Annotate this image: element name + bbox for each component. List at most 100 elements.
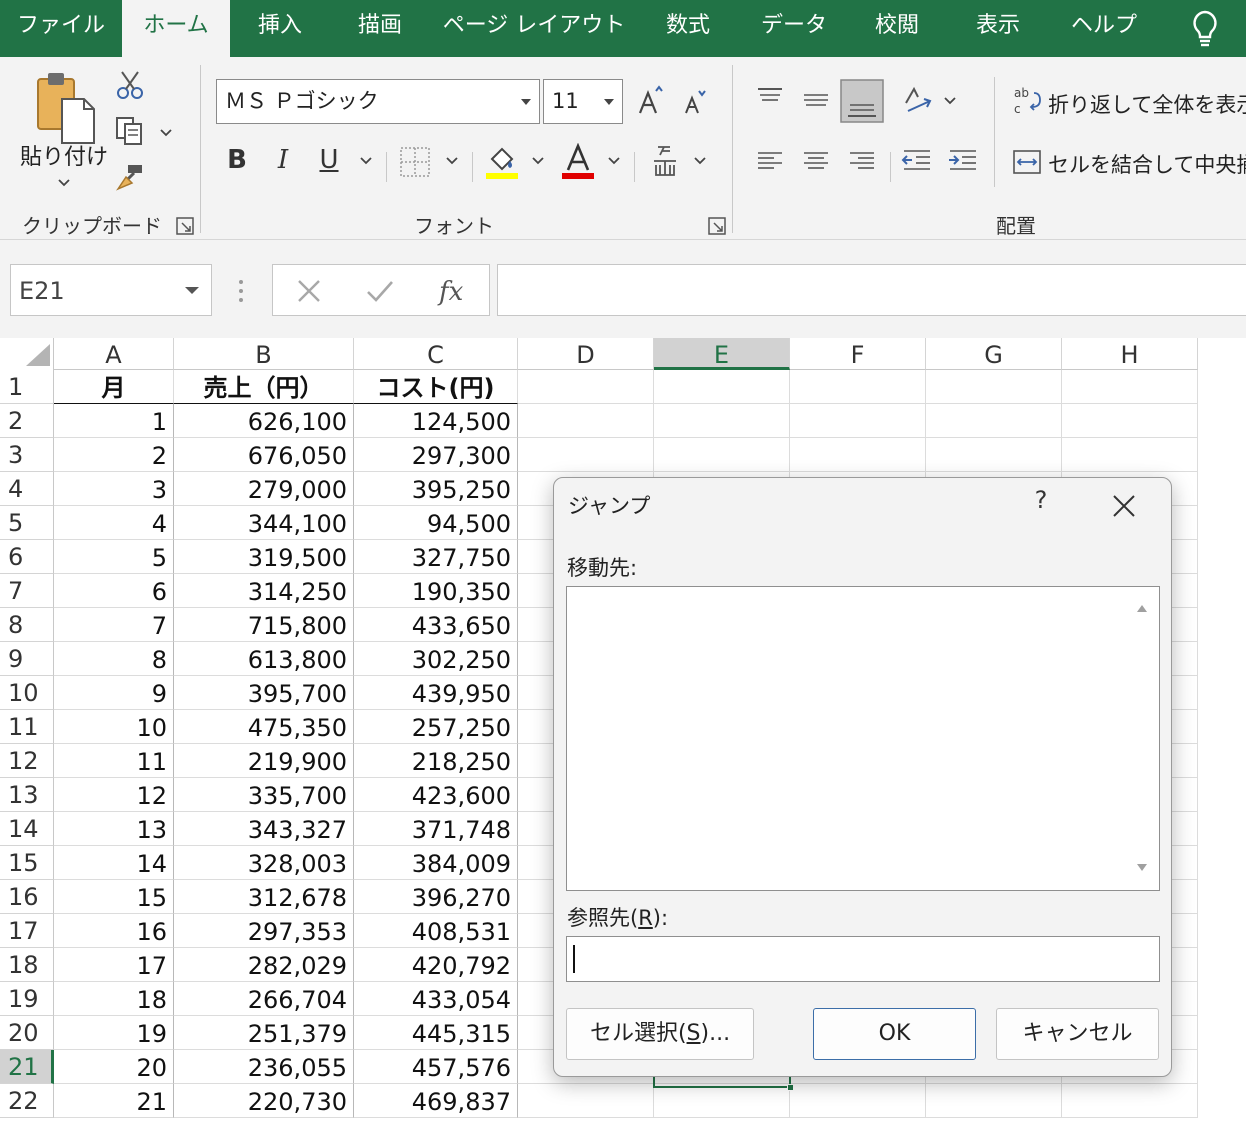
table-cell[interactable]: 14 bbox=[54, 846, 174, 880]
table-cell[interactable]: 343,327 bbox=[174, 812, 354, 846]
row-header[interactable]: 7 bbox=[0, 574, 54, 608]
table-cell[interactable]: 21 bbox=[54, 1084, 174, 1118]
table-cell[interactable]: 12 bbox=[54, 778, 174, 812]
table-cell[interactable]: 15 bbox=[54, 880, 174, 914]
table-cell[interactable] bbox=[790, 438, 926, 472]
paste-label[interactable]: 貼り付け bbox=[20, 139, 108, 171]
table-cell[interactable] bbox=[1062, 438, 1198, 472]
row-header[interactable]: 4 bbox=[0, 472, 54, 506]
select-all-corner[interactable] bbox=[0, 338, 54, 370]
table-cell[interactable]: 10 bbox=[54, 710, 174, 744]
italic-button[interactable]: I bbox=[266, 140, 300, 180]
column-header-e[interactable]: E bbox=[654, 338, 790, 370]
table-cell[interactable]: 328,003 bbox=[174, 846, 354, 880]
row-header[interactable]: 5 bbox=[0, 506, 54, 540]
table-cell[interactable]: 715,800 bbox=[174, 608, 354, 642]
scroll-down-icon[interactable] bbox=[1136, 863, 1148, 873]
table-cell[interactable]: 314,250 bbox=[174, 574, 354, 608]
table-cell[interactable]: 395,250 bbox=[354, 472, 518, 506]
borders-icon[interactable] bbox=[398, 145, 432, 179]
chevron-down-icon[interactable] bbox=[608, 157, 620, 165]
row-header[interactable]: 17 bbox=[0, 914, 54, 948]
table-cell[interactable]: 475,350 bbox=[174, 710, 354, 744]
table-cell[interactable]: 420,792 bbox=[354, 948, 518, 982]
table-cell[interactable] bbox=[654, 1084, 790, 1118]
table-cell[interactable]: 408,531 bbox=[354, 914, 518, 948]
table-cell[interactable]: 18 bbox=[54, 982, 174, 1016]
row-header[interactable]: 8 bbox=[0, 608, 54, 642]
table-cell[interactable]: 219,900 bbox=[174, 744, 354, 778]
tab-review[interactable]: 校閲 bbox=[852, 0, 942, 57]
table-cell[interactable]: 218,250 bbox=[354, 744, 518, 778]
table-cell[interactable]: 6 bbox=[54, 574, 174, 608]
table-cell[interactable] bbox=[518, 404, 654, 438]
help-button[interactable]: ? bbox=[1026, 486, 1056, 514]
chevron-down-icon[interactable] bbox=[160, 129, 172, 137]
table-cell[interactable]: 8 bbox=[54, 642, 174, 676]
row-header[interactable]: 10 bbox=[0, 676, 54, 710]
close-icon[interactable] bbox=[1110, 492, 1138, 520]
dialog-launcher-icon[interactable] bbox=[176, 217, 194, 235]
confirm-entry-icon[interactable] bbox=[365, 277, 395, 305]
table-cell[interactable]: 220,730 bbox=[174, 1084, 354, 1118]
row-header[interactable]: 3 bbox=[0, 438, 54, 472]
tab-home[interactable]: ホーム bbox=[122, 0, 230, 57]
row-header[interactable]: 6 bbox=[0, 540, 54, 574]
fill-handle[interactable] bbox=[787, 1084, 794, 1091]
increase-indent-icon[interactable] bbox=[946, 145, 980, 177]
column-header-d[interactable]: D bbox=[518, 338, 654, 370]
table-cell[interactable]: 236,055 bbox=[174, 1050, 354, 1084]
fill-color-icon[interactable] bbox=[484, 143, 520, 179]
table-cell[interactable] bbox=[1062, 404, 1198, 438]
column-header-g[interactable]: G bbox=[926, 338, 1062, 370]
table-cell[interactable]: 439,950 bbox=[354, 676, 518, 710]
table-cell[interactable] bbox=[518, 1084, 654, 1118]
header-cell[interactable]: 売上（円） bbox=[174, 370, 354, 404]
table-cell[interactable]: 257,250 bbox=[354, 710, 518, 744]
decrease-font-size-icon[interactable] bbox=[682, 89, 708, 115]
chevron-down-icon[interactable] bbox=[532, 157, 544, 165]
table-cell[interactable]: 433,054 bbox=[354, 982, 518, 1016]
column-header-f[interactable]: F bbox=[790, 338, 926, 370]
header-cell[interactable] bbox=[518, 370, 654, 404]
table-cell[interactable]: 319,500 bbox=[174, 540, 354, 574]
formula-input[interactable] bbox=[497, 264, 1246, 316]
row-header[interactable]: 11 bbox=[0, 710, 54, 744]
decrease-indent-icon[interactable] bbox=[900, 145, 934, 177]
table-cell[interactable]: 7 bbox=[54, 608, 174, 642]
row-header[interactable]: 14 bbox=[0, 812, 54, 846]
table-cell[interactable]: 19 bbox=[54, 1016, 174, 1050]
table-cell[interactable]: 327,750 bbox=[354, 540, 518, 574]
bold-button[interactable]: B bbox=[220, 140, 254, 180]
merge-center-button[interactable]: セルを結合して中央揃え bbox=[1048, 149, 1246, 179]
chevron-down-icon[interactable] bbox=[58, 179, 70, 187]
table-cell[interactable]: 613,800 bbox=[174, 642, 354, 676]
font-name-select[interactable]: ＭＳ Ｐゴシック bbox=[216, 79, 540, 124]
table-cell[interactable]: 17 bbox=[54, 948, 174, 982]
header-cell[interactable]: 月 bbox=[54, 370, 174, 404]
tab-draw[interactable]: 描画 bbox=[332, 0, 428, 57]
wrap-text-button[interactable]: 折り返して全体を表示 bbox=[1048, 89, 1246, 119]
column-header-a[interactable]: A bbox=[54, 338, 174, 370]
special-button[interactable]: セル選択(S)... bbox=[566, 1008, 754, 1060]
insert-function-icon[interactable]: fx bbox=[437, 275, 471, 307]
font-size-select[interactable]: 11 bbox=[543, 79, 623, 124]
align-left-icon[interactable] bbox=[754, 145, 786, 177]
bottom-align-icon[interactable] bbox=[840, 79, 884, 123]
table-cell[interactable]: 124,500 bbox=[354, 404, 518, 438]
reference-input[interactable] bbox=[566, 936, 1160, 982]
table-cell[interactable]: 297,300 bbox=[354, 438, 518, 472]
table-cell[interactable]: 676,050 bbox=[174, 438, 354, 472]
list-scrollbar[interactable] bbox=[1127, 589, 1157, 888]
table-cell[interactable]: 279,000 bbox=[174, 472, 354, 506]
row-header[interactable]: 20 bbox=[0, 1016, 54, 1050]
table-cell[interactable]: 312,678 bbox=[174, 880, 354, 914]
table-cell[interactable]: 335,700 bbox=[174, 778, 354, 812]
table-cell[interactable]: 445,315 bbox=[354, 1016, 518, 1050]
table-cell[interactable] bbox=[926, 438, 1062, 472]
table-cell[interactable]: 469,837 bbox=[354, 1084, 518, 1118]
table-cell[interactable]: 396,270 bbox=[354, 880, 518, 914]
format-painter-icon[interactable] bbox=[114, 161, 146, 193]
tab-data[interactable]: データ bbox=[742, 0, 846, 57]
row-header[interactable]: 18 bbox=[0, 948, 54, 982]
